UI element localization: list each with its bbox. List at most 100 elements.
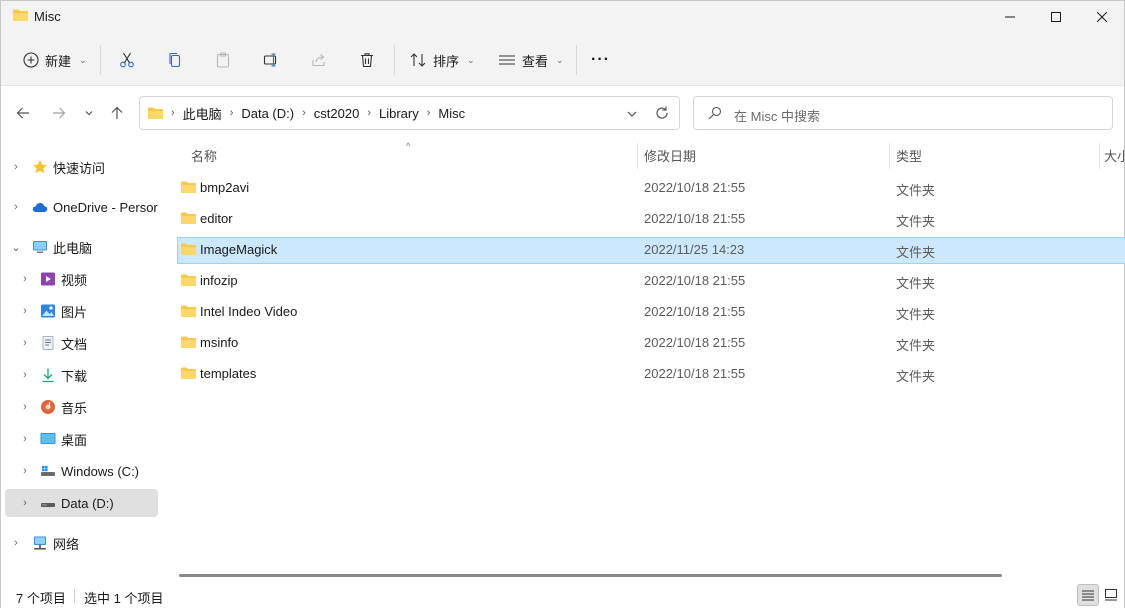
- scissors-icon: [120, 52, 134, 68]
- sidebar-item-documents[interactable]: › 文档: [5, 329, 158, 357]
- selection-count: 选中 1 个项目: [84, 591, 164, 606]
- folder-icon: [181, 367, 196, 379]
- table-row[interactable]: msinfo 2022/10/18 21:55 文件夹: [177, 330, 1125, 357]
- chevron-right-icon[interactable]: ›: [11, 161, 21, 173]
- sidebar-item-downloads[interactable]: › 下载: [5, 361, 158, 389]
- table-row[interactable]: bmp2avi 2022/10/18 21:55 文件夹: [177, 175, 1125, 202]
- breadcrumb-item[interactable]: Misc: [438, 106, 465, 121]
- more-options-button[interactable]: ···: [591, 45, 610, 75]
- chevron-right-icon[interactable]: ›: [11, 537, 21, 549]
- sidebar-item-label: 网络: [53, 536, 80, 552]
- toolbar-divider: [100, 45, 101, 75]
- new-button[interactable]: 新建 ⌄: [23, 45, 87, 75]
- column-divider[interactable]: [637, 143, 638, 169]
- address-history-chevron-icon[interactable]: [624, 106, 640, 122]
- horizontal-scrollbar[interactable]: [161, 571, 1124, 579]
- sort-button[interactable]: 排序 ⌄: [409, 45, 475, 75]
- table-row-selected[interactable]: ImageMagick 2022/11/25 14:23 文件夹: [177, 237, 1125, 264]
- chevron-right-icon[interactable]: ›: [20, 401, 30, 413]
- sidebar-item-label: 桌面: [61, 432, 88, 448]
- chevron-right-icon[interactable]: ›: [302, 107, 306, 119]
- share-button[interactable]: [306, 47, 332, 73]
- sidebar-item-this-pc[interactable]: ⌄ 此电脑: [5, 233, 158, 261]
- column-header-size[interactable]: 大小: [1104, 139, 1124, 171]
- view-button[interactable]: 查看 ⌄: [498, 45, 564, 75]
- download-icon: [42, 368, 54, 383]
- recent-locations-button[interactable]: [78, 102, 100, 124]
- chevron-right-icon[interactable]: ›: [20, 305, 30, 317]
- maximize-button[interactable]: [1033, 1, 1079, 33]
- chevron-right-icon[interactable]: ›: [20, 273, 30, 285]
- sidebar-item-music[interactable]: › 音乐: [5, 393, 158, 421]
- chevron-right-icon[interactable]: ›: [11, 201, 21, 213]
- star-icon: [33, 160, 47, 174]
- sort-ascending-icon: ^: [406, 141, 411, 151]
- breadcrumb-item[interactable]: cst2020: [314, 106, 360, 121]
- table-row[interactable]: editor 2022/10/18 21:55 文件夹: [177, 206, 1125, 233]
- sidebar-item-label: OneDrive - Persor: [53, 199, 158, 215]
- address-bar[interactable]: › 此电脑 › Data (D:) › cst2020 › Library › …: [139, 96, 680, 130]
- file-date: 2022/10/18 21:55: [644, 180, 746, 195]
- sidebar-item-desktop[interactable]: › 桌面: [5, 425, 158, 453]
- chevron-right-icon[interactable]: ›: [20, 497, 30, 509]
- delete-button[interactable]: [354, 47, 380, 73]
- tiles-view-button[interactable]: [1100, 584, 1122, 606]
- sidebar-item-onedrive[interactable]: › OneDrive - Persor: [5, 193, 158, 221]
- chevron-right-icon[interactable]: ›: [20, 433, 30, 445]
- search-placeholder: 在 Misc 中搜索: [734, 109, 820, 124]
- column-header-type[interactable]: 类型: [896, 139, 922, 171]
- sidebar-item-videos[interactable]: › 视频: [5, 265, 158, 293]
- breadcrumb: › 此电脑 › Data (D:) › cst2020 › Library › …: [148, 97, 465, 129]
- drive-icon: [41, 466, 55, 476]
- minimize-icon: [1005, 16, 1015, 18]
- back-button[interactable]: [12, 102, 34, 124]
- column-divider[interactable]: [1099, 143, 1100, 169]
- chevron-right-icon: ›: [171, 107, 175, 119]
- minimize-button[interactable]: [987, 1, 1033, 33]
- folder-icon: [181, 336, 196, 348]
- scrollbar-thumb[interactable]: [179, 574, 1002, 577]
- new-label: 新建: [45, 53, 72, 69]
- chevron-right-icon[interactable]: ›: [367, 107, 371, 119]
- status-bar: 7 个项目 选中 1 个项目: [1, 583, 1124, 608]
- chevron-right-icon[interactable]: ›: [20, 337, 30, 349]
- chevron-right-icon[interactable]: ›: [230, 107, 234, 119]
- pictures-icon: [41, 304, 55, 318]
- sidebar-item-label: 文档: [61, 336, 88, 352]
- table-row[interactable]: infozip 2022/10/18 21:55 文件夹: [177, 268, 1125, 295]
- chevron-right-icon[interactable]: ›: [20, 369, 30, 381]
- table-row[interactable]: Intel Indeo Video 2022/10/18 21:55 文件夹: [177, 299, 1125, 326]
- breadcrumb-item[interactable]: Data (D:): [241, 106, 294, 121]
- breadcrumb-item[interactable]: 此电脑: [183, 104, 222, 123]
- file-name: templates: [200, 366, 257, 381]
- column-divider[interactable]: [889, 143, 890, 169]
- navigation-pane: › 快速访问 › OneDrive - Persor ⌄ 此电脑 › 视频 › …: [1, 139, 161, 579]
- chevron-down-icon[interactable]: ⌄: [11, 241, 21, 254]
- close-button[interactable]: [1079, 1, 1125, 33]
- sidebar-item-quick-access[interactable]: › 快速访问: [5, 153, 158, 181]
- refresh-icon[interactable]: [654, 105, 670, 121]
- cut-button[interactable]: [114, 47, 140, 73]
- rename-button[interactable]: [258, 47, 284, 73]
- up-button[interactable]: [106, 102, 128, 124]
- chevron-down-icon: ⌄: [556, 54, 564, 65]
- forward-button[interactable]: [48, 102, 70, 124]
- file-name: Intel Indeo Video: [200, 304, 298, 319]
- column-header-date[interactable]: 修改日期: [644, 139, 696, 171]
- breadcrumb-item[interactable]: Library: [379, 106, 419, 121]
- file-explorer-window: Misc 新建 ⌄ 排序 ⌄ 查看 ⌄ ··· › 此电脑 › Data (D:…: [0, 0, 1125, 608]
- column-header-name[interactable]: 名称: [191, 139, 217, 171]
- sidebar-item-pictures[interactable]: › 图片: [5, 297, 158, 325]
- search-box[interactable]: 在 Misc 中搜索: [693, 96, 1113, 130]
- sidebar-item-drive-c[interactable]: › Windows (C:): [5, 457, 158, 485]
- chevron-right-icon[interactable]: ›: [20, 465, 30, 477]
- copy-button[interactable]: [162, 47, 188, 73]
- details-view-button[interactable]: [1077, 584, 1099, 606]
- paste-button[interactable]: [210, 47, 236, 73]
- sidebar-item-drive-d[interactable]: › Data (D:): [5, 489, 158, 517]
- chevron-right-icon[interactable]: ›: [427, 107, 431, 119]
- arrow-up-icon: [111, 106, 123, 119]
- toolbar-divider: [394, 45, 395, 75]
- sidebar-item-network[interactable]: › 网络: [5, 529, 158, 557]
- table-row[interactable]: templates 2022/10/18 21:55 文件夹: [177, 361, 1125, 388]
